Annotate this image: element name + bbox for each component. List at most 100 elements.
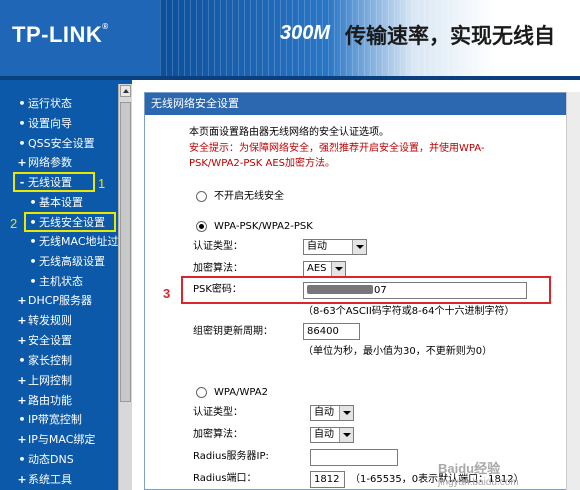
radio-wpa-wpa2[interactable] — [196, 387, 207, 398]
sidebar-item-label: 路由功能 — [28, 394, 72, 407]
encryption-label: 加密算法： — [193, 263, 243, 274]
auth-type2-select[interactable]: 自动 — [310, 405, 354, 421]
radius-port-label: Radius端口： — [193, 473, 257, 484]
auth-type-value: 自动 — [307, 241, 327, 252]
slogan-text: 传输速率，实现无线自 — [345, 24, 555, 48]
expand-icon: + — [17, 473, 27, 486]
expand-icon: + — [17, 394, 27, 407]
sidebar-item-host-status[interactable]: • 主机状态 — [0, 273, 120, 291]
expand-icon: + — [17, 314, 27, 327]
slogan-speed: 300M — [280, 22, 331, 44]
sidebar-item-wireless-basic[interactable]: • 基本设置 — [0, 194, 120, 212]
radio-no-security[interactable] — [196, 191, 207, 202]
watermark-url: jingyan.baidu.com — [438, 477, 519, 488]
group-key-input[interactable]: 86400 — [303, 323, 360, 340]
bullet-icon: • — [29, 235, 37, 248]
sidebar-item-wireless-advanced[interactable]: • 无线高级设置 — [0, 253, 120, 271]
sidebar-item-label: 设置向导 — [28, 117, 72, 130]
highlight-psk-password — [181, 276, 551, 304]
sidebar-item-label: IP与MAC绑定 — [28, 433, 96, 446]
highlight-wireless-settings — [13, 172, 95, 192]
sidebar-item-label: 主机状态 — [39, 275, 83, 288]
auth-type2-value: 自动 — [314, 407, 334, 418]
logo-area: TP-LINK® — [0, 0, 160, 80]
scrollbar-thumb[interactable] — [120, 102, 131, 402]
chevron-down-icon — [331, 262, 345, 276]
annotation-step-2: 2 — [10, 216, 18, 231]
panel-title: 无线网络安全设置 — [145, 93, 580, 115]
sidebar-item-label: 家长控制 — [28, 354, 72, 367]
sidebar-item-label: 动态DNS — [28, 453, 74, 466]
bullet-icon: • — [29, 196, 37, 209]
encryption2-label: 加密算法： — [193, 429, 243, 440]
expand-icon: + — [17, 433, 27, 446]
sidebar-item-qss[interactable]: • QSS安全设置 — [0, 135, 120, 153]
sidebar-item-label: DHCP服务器 — [28, 294, 93, 307]
watermark-brand: Baidu经验 — [438, 461, 501, 476]
bullet-icon: • — [29, 275, 37, 288]
sidebar-item-parental[interactable]: • 家长控制 — [0, 352, 120, 370]
baidu-watermark: Baidu经验 jingyan.baidu.com — [438, 458, 519, 488]
security-tip-line1: 安全提示：为保障网络安全，强烈推荐开启安全设置，并使用WPA- — [189, 143, 485, 154]
sidebar-item-ddns[interactable]: • 动态DNS — [0, 451, 120, 469]
sidebar-scrollbar[interactable] — [118, 84, 132, 490]
sidebar-item-label: 运行状态 — [28, 97, 72, 110]
sidebar-item-label: 无线高级设置 — [39, 255, 105, 268]
sidebar-item-mac-filter[interactable]: • 无线MAC地址过滤 — [0, 233, 129, 251]
psk-hint: （8-63个ASCII码字符或8-64个十六进制字符） — [303, 306, 515, 317]
sidebar-item-forwarding[interactable]: +转发规则 — [0, 312, 120, 330]
sidebar-item-label: 网络参数 — [28, 156, 72, 169]
sidebar-item-bandwidth[interactable]: • IP带宽控制 — [0, 411, 120, 429]
header-banner: TP-LINK® 300M 传输速率，实现无线自 — [0, 0, 580, 80]
radio-no-security-label: 不开启无线安全 — [214, 191, 284, 202]
highlight-wireless-security — [24, 212, 116, 232]
bullet-icon: • — [18, 97, 26, 110]
scroll-up-icon[interactable] — [120, 85, 131, 97]
sidebar-item-network[interactable]: +网络参数 — [0, 154, 120, 172]
sidebar-item-dhcp[interactable]: +DHCP服务器 — [0, 292, 120, 310]
radius-ip-label: Radius服务器IP: — [193, 451, 269, 462]
encryption2-select[interactable]: 自动 — [310, 427, 354, 443]
security-tip-line2: PSK/WPA2-PSK AES加密方法。 — [189, 158, 336, 169]
sidebar-item-label: 转发规则 — [28, 314, 72, 327]
annotation-step-1: 1 — [98, 176, 106, 191]
encryption-value: AES — [307, 263, 327, 274]
radius-ip-input[interactable] — [310, 449, 398, 466]
sidebar-item-system-tools[interactable]: +系统工具 — [0, 471, 120, 489]
sidebar-item-security[interactable]: +安全设置 — [0, 332, 120, 350]
sidebar-item-ip-mac-binding[interactable]: +IP与MAC绑定 — [0, 431, 120, 449]
sidebar-item-label: 上网控制 — [28, 374, 72, 387]
auth-type2-label: 认证类型： — [193, 407, 243, 418]
auth-type-label: 认证类型： — [193, 241, 243, 252]
sidebar-item-label: 系统工具 — [28, 473, 72, 486]
radio-wpa-wpa2-label: WPA/WPA2 — [214, 387, 268, 398]
encryption2-value: 自动 — [314, 429, 334, 440]
expand-icon: + — [17, 156, 27, 169]
sidebar-item-status[interactable]: • 运行状态 — [0, 95, 120, 113]
radio-wpa-psk[interactable] — [196, 221, 207, 232]
sidebar-item-wizard[interactable]: • 设置向导 — [0, 115, 120, 133]
bullet-icon: • — [18, 117, 26, 130]
auth-type-select[interactable]: 自动 — [303, 239, 367, 255]
expand-icon: + — [17, 374, 27, 387]
radio-wpa-psk-label: WPA-PSK/WPA2-PSK — [214, 221, 313, 232]
chevron-down-icon — [339, 428, 353, 442]
sidebar-menu: • 运行状态 • 设置向导 • QSS安全设置 +网络参数 - 无线设置 • 基本设置 •… — [0, 80, 132, 490]
annotation-step-3: 3 — [163, 286, 171, 301]
bullet-icon: • — [18, 453, 26, 466]
chevron-down-icon — [352, 240, 366, 254]
expand-icon: + — [17, 334, 27, 347]
sidebar-item-routing[interactable]: +路由功能 — [0, 392, 120, 410]
sidebar-item-label: 基本设置 — [39, 196, 83, 209]
sidebar-item-label: QSS安全设置 — [28, 137, 95, 150]
chevron-down-icon — [339, 406, 353, 420]
radius-port-input[interactable]: 1812 — [310, 471, 345, 488]
sidebar-item-label: 无线MAC地址过滤 — [39, 235, 130, 248]
content-scrollbar[interactable] — [566, 92, 580, 490]
bullet-icon: • — [29, 255, 37, 268]
group-key-label: 组密钥更新周期： — [193, 326, 273, 337]
sidebar-item-access-control[interactable]: +上网控制 — [0, 372, 120, 390]
tp-link-logo: TP-LINK® — [12, 22, 109, 47]
intro-text: 本页面设置路由器无线网络的安全认证选项。 — [189, 127, 389, 138]
encryption-select[interactable]: AES — [303, 261, 346, 277]
